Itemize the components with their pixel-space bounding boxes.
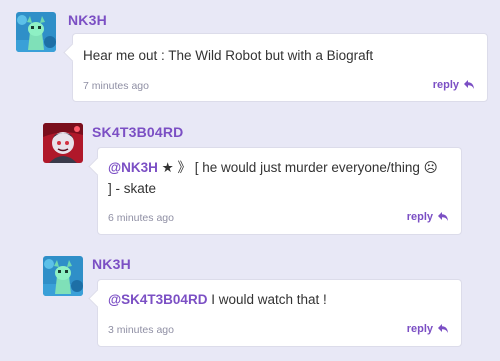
comment-text: I would watch that ! xyxy=(207,292,327,307)
comment-text-line-1: @NK3H ★ 》 [ he would just murder everyon… xyxy=(108,157,438,178)
reply-label: reply xyxy=(432,79,459,91)
reply-label: reply xyxy=(406,323,433,335)
mention-link[interactable]: @NK3H xyxy=(108,160,158,175)
comment-author[interactable]: NK3H xyxy=(92,256,131,272)
comment-text: Hear me out : The Wild Robot but with a … xyxy=(83,48,374,63)
comment-bubble: @NK3H ★ 》 [ he would just murder everyon… xyxy=(97,147,462,235)
comment-timestamp: 3 minutes ago xyxy=(108,324,174,336)
avatar-robot-image xyxy=(43,256,83,296)
comment-3: NK3H @SK4T3B04RD I would watch that ! 3 … xyxy=(0,244,500,354)
comment-bubble: Hear me out : The Wild Robot but with a … xyxy=(72,33,488,102)
comment-1: NK3H Hear me out : The Wild Robot but wi… xyxy=(0,0,500,110)
reply-arrow-icon xyxy=(464,80,474,89)
comment-timestamp: 6 minutes ago xyxy=(108,212,174,224)
reply-button[interactable]: reply xyxy=(433,79,475,91)
reply-arrow-icon xyxy=(438,324,448,333)
comment-text-line: @SK4T3B04RD I would watch that ! xyxy=(108,289,327,310)
reply-arrow-icon xyxy=(438,212,448,221)
comment-author[interactable]: NK3H xyxy=(68,12,107,28)
comment-timestamp: 7 minutes ago xyxy=(83,80,149,92)
avatar-red-character-image xyxy=(43,123,83,163)
comment-thread: NK3H Hear me out : The Wild Robot but wi… xyxy=(0,0,500,361)
comment-author[interactable]: SK4T3B04RD xyxy=(92,124,183,140)
comment-text-line-2: ] - skate xyxy=(108,181,157,196)
reply-label: reply xyxy=(406,211,433,223)
comment-text: ★ 》 [ he would just murder everyone/thin… xyxy=(157,160,438,175)
comment-2: SK4T3B04RD @NK3H ★ 》 [ he would just mur… xyxy=(0,114,500,239)
avatar-sk4t3b04rd[interactable] xyxy=(43,123,83,163)
avatar-nk3h[interactable] xyxy=(16,12,56,52)
reply-button[interactable]: reply xyxy=(407,323,449,335)
avatar-robot-image xyxy=(16,12,56,52)
comment-bubble: @SK4T3B04RD I would watch that ! 3 minut… xyxy=(97,279,462,347)
reply-button[interactable]: reply xyxy=(407,211,449,223)
mention-link[interactable]: @SK4T3B04RD xyxy=(108,292,207,307)
avatar-nk3h[interactable] xyxy=(43,256,83,296)
